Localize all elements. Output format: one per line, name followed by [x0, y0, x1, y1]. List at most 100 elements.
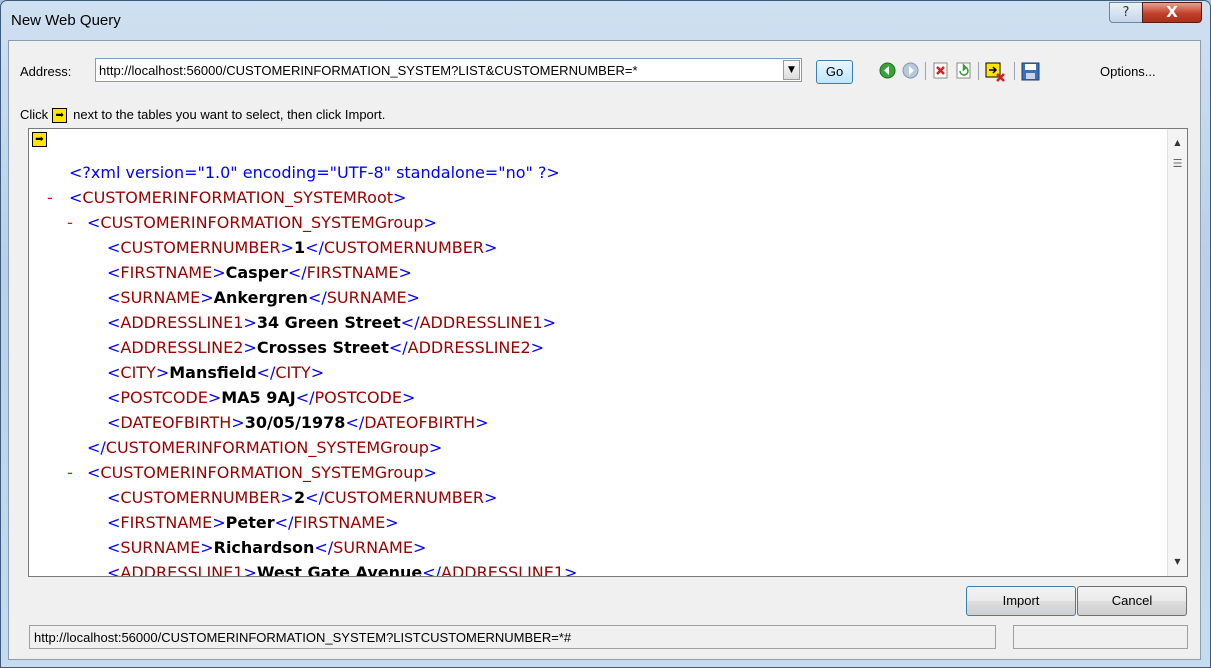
options-button[interactable]: Options...: [1100, 64, 1156, 79]
title-bar: New Web Query ? X: [1, 1, 1211, 41]
scroll-thumb[interactable]: ☰: [1171, 157, 1184, 175]
tag-name: DATEOFBIRTH: [364, 413, 476, 432]
address-dropdown-button[interactable]: ▼: [783, 60, 800, 80]
tag-bracket: >: [484, 488, 498, 507]
go-button[interactable]: Go: [816, 60, 853, 84]
table-select-arrow-icon[interactable]: ➡: [32, 132, 47, 147]
tag-bracket: </: [87, 438, 106, 457]
tag-bracket: >: [310, 363, 325, 382]
tag-name: FIRSTNAME: [293, 513, 386, 532]
tag-bracket: <: [107, 413, 121, 432]
tag-bracket: </: [305, 238, 324, 257]
tag-name: ADDRESSLINE1: [120, 313, 244, 332]
tag-bracket: <: [69, 188, 83, 207]
tag-bracket: >: [428, 438, 443, 457]
tag-bracket: >: [243, 313, 257, 332]
tag-name: POSTCODE: [314, 388, 402, 407]
address-input[interactable]: http://localhost:56000/CUSTOMERINFORMATI…: [99, 63, 638, 78]
tag-name: SURNAME: [333, 538, 413, 557]
address-combobox[interactable]: http://localhost:56000/CUSTOMERINFORMATI…: [95, 58, 802, 82]
scroll-up-arrow-icon[interactable]: ▲: [1168, 134, 1187, 152]
select-arrow-icon: ➡: [52, 108, 68, 124]
tag-bracket: >: [212, 513, 226, 532]
tag-bracket: >: [484, 238, 498, 257]
xml-line-content: <CUSTOMERINFORMATION_SYSTEMRoot>: [69, 185, 406, 210]
address-label: Address:: [20, 64, 72, 79]
tag-name: DATEOFBIRTH: [120, 413, 232, 432]
tag-name: CUSTOMERINFORMATION_SYSTEMGroup: [100, 463, 424, 482]
cancel-button[interactable]: Cancel: [1077, 586, 1187, 616]
element-value: 2: [293, 488, 306, 507]
refresh-icon[interactable]: [955, 62, 972, 79]
tag-bracket: >: [385, 513, 399, 532]
tag-bracket: <: [107, 388, 121, 407]
collapse-toggle[interactable]: -: [67, 460, 73, 485]
tag-bracket: <: [107, 238, 121, 257]
window-title: New Web Query: [11, 12, 121, 29]
tag-name: CUSTOMERNUMBER: [323, 488, 484, 507]
tag-name: ADDRESSLINE2: [407, 338, 531, 357]
tag-bracket: </: [305, 488, 324, 507]
tag-bracket: <: [107, 338, 121, 357]
tag-bracket: <: [87, 463, 101, 482]
save-query-icon[interactable]: [1021, 62, 1040, 81]
tag-bracket: >: [406, 288, 420, 307]
tag-bracket: </: [400, 313, 420, 332]
tag-name: SURNAME: [326, 288, 407, 307]
help-button[interactable]: ?: [1109, 2, 1143, 23]
hide-icons-icon[interactable]: [985, 62, 1005, 82]
tag-name: CUSTOMERINFORMATION_SYSTEMRoot: [82, 188, 394, 207]
status-url: http://localhost:56000/CUSTOMERINFORMATI…: [34, 630, 572, 645]
tag-name: CUSTOMERNUMBER: [323, 238, 484, 257]
xml-line-content: </CUSTOMERINFORMATION_SYSTEMGroup>: [87, 435, 442, 460]
tag-bracket: >: [243, 338, 257, 357]
collapse-toggle[interactable]: -: [47, 185, 53, 210]
element-value: Richardson: [213, 538, 315, 557]
tag-name: SURNAME: [120, 538, 201, 557]
status-bar-secondary: [1013, 625, 1188, 649]
tag-bracket: </: [314, 538, 334, 557]
import-button[interactable]: Import: [966, 586, 1076, 616]
element-value: Peter: [225, 513, 275, 532]
tag-name: ADDRESSLINE1: [120, 563, 244, 577]
xml-line-content: <CITY>Mansfield</CITY>: [107, 360, 324, 385]
tag-bracket: </: [388, 338, 408, 357]
xml-line-content: <SURNAME>Richardson</SURNAME>: [107, 535, 426, 560]
tag-name: SURNAME: [120, 288, 201, 307]
xml-line-content: <FIRSTNAME>Casper</FIRSTNAME>: [107, 260, 412, 285]
instruction-click: Click: [20, 107, 49, 122]
close-button[interactable]: X: [1142, 2, 1202, 23]
element-value: 1: [293, 238, 306, 257]
tag-bracket: </: [287, 263, 307, 282]
back-arrow-icon[interactable]: [879, 62, 896, 79]
status-bar: http://localhost:56000/CUSTOMERINFORMATI…: [29, 625, 996, 649]
toolbar-separator: [925, 62, 926, 80]
scroll-down-arrow-icon[interactable]: ▼: [1168, 553, 1187, 571]
xml-line-content: <CUSTOMERNUMBER>2</CUSTOMERNUMBER>: [107, 485, 497, 510]
xml-line-content: <ADDRESSLINE2>Crosses Street</ADDRESSLIN…: [107, 335, 544, 360]
tag-bracket: >: [412, 538, 427, 557]
instruction-text: Click ➡ next to the tables you want to sel…: [20, 107, 385, 124]
tag-bracket: </: [295, 388, 315, 407]
tag-bracket: >: [280, 238, 294, 257]
tag-name: CUSTOMERINFORMATION_SYSTEMGroup: [100, 213, 424, 232]
tag-bracket: </: [345, 413, 365, 432]
element-value: 30/05/1978: [244, 413, 346, 432]
vertical-scrollbar[interactable]: ▲ ☰ ▼: [1167, 129, 1187, 576]
stop-icon[interactable]: [932, 62, 949, 79]
xml-declaration: <?xml version="1.0" encoding="UTF-8" sta…: [69, 163, 560, 182]
forward-arrow-icon[interactable]: [902, 62, 919, 79]
tag-bracket: >: [393, 188, 407, 207]
tag-bracket: <: [107, 288, 121, 307]
tag-bracket: >: [207, 388, 222, 407]
xml-line-content: <CUSTOMERNUMBER>1</CUSTOMERNUMBER>: [107, 235, 497, 260]
tag-bracket: >: [280, 488, 294, 507]
web-page-preview[interactable]: ➡ <?xml version="1.0" encoding="UTF-8" s…: [28, 128, 1188, 577]
element-value: Casper: [225, 263, 288, 282]
collapse-toggle[interactable]: -: [67, 210, 73, 235]
tag-bracket: <: [107, 563, 121, 577]
tag-bracket: >: [155, 363, 170, 382]
xml-line-content: <ADDRESSLINE1>34 Green Street</ADDRESSLI…: [107, 310, 556, 335]
xml-line-content: <ADDRESSLINE1>West Gate Avenue</ADDRESSL…: [107, 560, 577, 577]
tag-bracket: <: [87, 213, 101, 232]
